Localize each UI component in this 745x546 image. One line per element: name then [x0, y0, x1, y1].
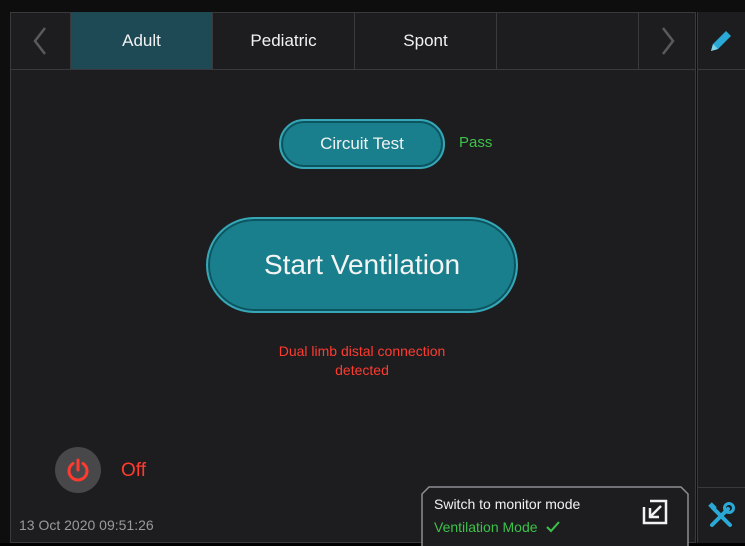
pencil-icon [711, 30, 731, 51]
ventilation-mode-label: Ventilation Mode [434, 519, 538, 535]
alert-line-1: Dual limb distal connection [278, 343, 446, 359]
tools-button[interactable] [697, 487, 745, 543]
datetime-display: 13 Oct 2020 09:51:26 [19, 517, 154, 533]
alert-line-2: detected [335, 362, 389, 378]
tools-icon [708, 501, 735, 527]
monitor-mode-title: Switch to monitor mode [434, 496, 581, 512]
patient-type-tab-bar: Adult Pediatric Spont [10, 12, 696, 70]
alert-message: Dual limb distal connection detected [232, 342, 492, 380]
tab-pediatric[interactable]: Pediatric [213, 12, 355, 69]
switch-monitor-mode-panel[interactable]: Switch to monitor mode Ventilation Mode [421, 486, 689, 546]
ventilator-screen: Adult Pediatric Spont Circuit Test Pass … [0, 0, 745, 546]
tab-label: Pediatric [250, 30, 317, 50]
start-ventilation-label: Start Ventilation [263, 249, 461, 280]
arrow-down-left-icon[interactable] [641, 498, 669, 526]
right-sidebar [697, 12, 745, 543]
tab-adult[interactable]: Adult [71, 12, 213, 69]
circuit-test-status: Pass [459, 134, 493, 151]
chevron-left-icon [33, 26, 46, 55]
tab-prev-button[interactable] [10, 12, 71, 69]
tab-spont[interactable]: Spont [355, 12, 497, 69]
power-icon [67, 458, 89, 482]
checkmark-icon [545, 521, 560, 533]
ventilation-mode-status: Ventilation Mode [434, 519, 560, 535]
tab-empty [497, 12, 638, 69]
tab-next-button[interactable] [638, 12, 696, 69]
tab-label: Spont [403, 30, 448, 50]
tab-label: Adult [122, 30, 161, 50]
start-ventilation-button[interactable]: Start Ventilation [206, 217, 518, 313]
edit-button[interactable] [697, 12, 745, 70]
chevron-right-icon [661, 26, 675, 55]
circuit-test-button[interactable]: Circuit Test [279, 119, 445, 169]
power-status-label: Off [121, 460, 146, 481]
power-button[interactable] [55, 447, 101, 493]
circuit-test-label: Circuit Test [320, 134, 404, 153]
